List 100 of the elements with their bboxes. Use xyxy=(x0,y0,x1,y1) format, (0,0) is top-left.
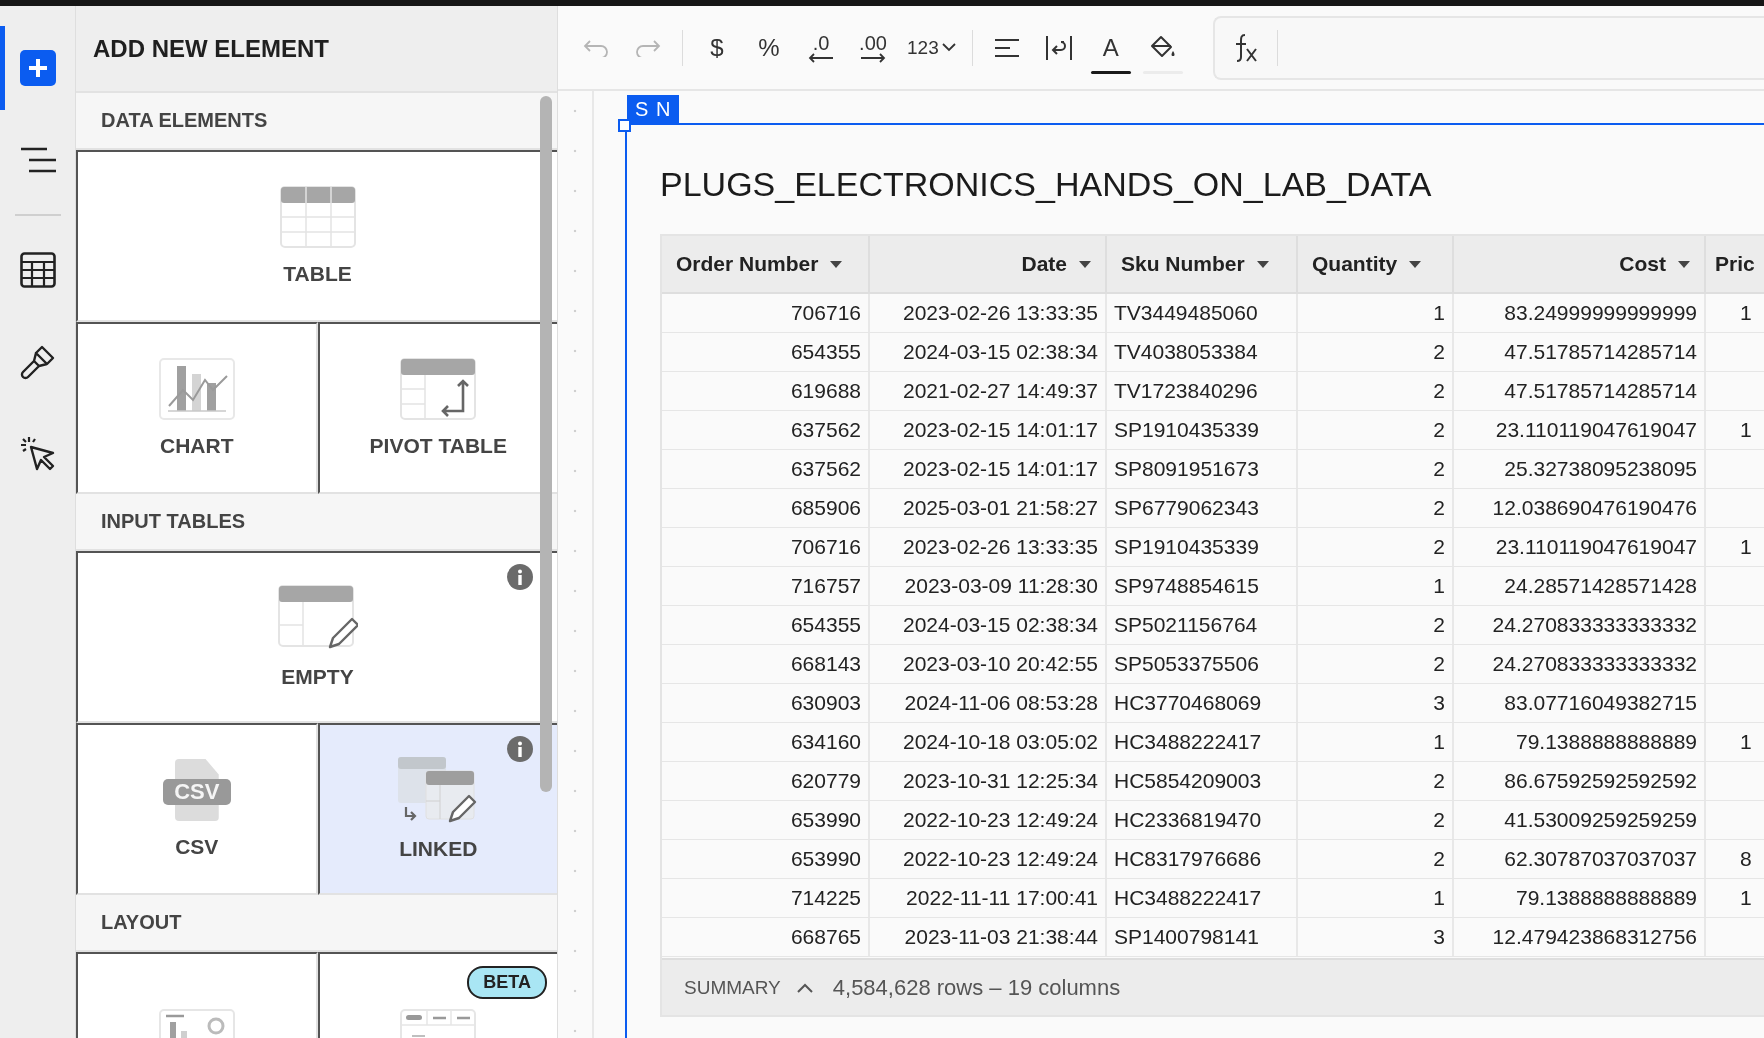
table-cell: 706716 xyxy=(790,301,861,325)
table-cell: 634160 xyxy=(790,730,861,754)
table-cell: 706716 xyxy=(790,535,861,559)
table-cell: 2 xyxy=(1433,652,1445,676)
table-cell: HC3770468069 xyxy=(1114,691,1262,715)
beta-badge: BETA xyxy=(467,966,547,999)
table-cell: 653990 xyxy=(790,847,861,871)
column-header[interactable]: Cost xyxy=(1454,236,1706,292)
table-cell: 2023-02-15 14:01:17 xyxy=(903,457,1098,481)
table-cell: 2 xyxy=(1433,769,1445,793)
info-icon[interactable] xyxy=(507,564,533,590)
table-cell: 2 xyxy=(1433,379,1445,403)
table-cell: 2025-03-01 21:58:27 xyxy=(903,496,1098,520)
caret-up-icon[interactable] xyxy=(796,982,813,993)
table-cell: 637562 xyxy=(790,457,861,481)
table-cell: 716757 xyxy=(790,574,861,598)
scrollbar-thumb[interactable] xyxy=(540,96,552,792)
left-arrow-icon xyxy=(807,52,835,63)
column-header[interactable]: Sku Number xyxy=(1107,236,1298,292)
chevron-down-icon xyxy=(941,43,956,52)
table-cell: 1 xyxy=(1740,418,1752,442)
table-cell: SP1910435339 xyxy=(1114,535,1259,559)
caret-down-icon xyxy=(1409,260,1422,268)
table-cell: 1 xyxy=(1433,301,1445,325)
column-header[interactable]: Pric xyxy=(1706,236,1764,292)
table-cell: 2023-02-15 14:01:17 xyxy=(903,418,1098,442)
caret-down-icon xyxy=(830,260,843,268)
table-cell: 25.32738095238095 xyxy=(1504,457,1697,481)
row-count: 4,584,628 rows – 19 columns xyxy=(832,974,1121,1001)
table-cell: 47.51785714285714 xyxy=(1504,379,1697,403)
chart-icon xyxy=(158,358,235,420)
element-tile[interactable]: CHART xyxy=(76,322,318,494)
table-cell: 2022-11-11 17:00:41 xyxy=(906,886,1098,910)
pivot-table-icon xyxy=(400,358,477,420)
summary-label: SUMMARY xyxy=(684,976,781,999)
table-cell: HC5854209003 xyxy=(1114,769,1262,793)
column-header[interactable]: Date xyxy=(870,236,1107,292)
number-format-dropdown[interactable]: 123 xyxy=(901,21,962,74)
table-cell: 2023-11-03 21:38:44 xyxy=(904,925,1098,949)
element-title: PLUGS_ELECTRONICS_HANDS_ON_LAB_DATA xyxy=(660,164,1433,205)
table-cell: 2022-10-23 12:49:24 xyxy=(903,847,1098,871)
table-cell: 2023-03-09 11:28:30 xyxy=(904,574,1098,598)
table-cell: 1 xyxy=(1433,574,1445,598)
table-cell: 653990 xyxy=(790,808,861,832)
table-cell: 12.038690476190476 xyxy=(1492,496,1697,520)
table-cell: 83.24999999999999 xyxy=(1504,301,1697,325)
table-cell: 654355 xyxy=(790,613,861,637)
element-tile[interactable]: EMPTY xyxy=(76,551,557,723)
table-cell: HC2336819470 xyxy=(1114,808,1262,832)
table-cell: HC8317976686 xyxy=(1114,847,1262,871)
undo-icon xyxy=(583,38,609,57)
table-cell: 685906 xyxy=(790,496,861,520)
format-button[interactable]: % xyxy=(745,21,793,74)
element-tile[interactable]: LINKED xyxy=(317,723,557,895)
table-element[interactable] xyxy=(625,123,1764,1038)
table-cell: 1 xyxy=(1740,730,1752,754)
table-cell: 619688 xyxy=(790,379,861,403)
table-cell: 2021-02-27 14:49:37 xyxy=(903,379,1098,403)
table-cell: SP5053375506 xyxy=(1114,652,1259,676)
column-header[interactable]: Order Number xyxy=(662,236,870,292)
info-icon[interactable] xyxy=(507,736,533,762)
table-cell: 1 xyxy=(1740,886,1752,910)
table-cell: 2 xyxy=(1433,613,1445,637)
table-cell: 2024-10-18 03:05:02 xyxy=(903,730,1098,754)
table-cell: 24.270833333333332 xyxy=(1492,613,1697,637)
caret-down-icon xyxy=(1079,260,1091,268)
element-tile[interactable]: PIVOT TABLE xyxy=(317,322,557,494)
element-tile[interactable]: BETA xyxy=(317,952,557,1038)
decrease-decimals-button[interactable]: .0 xyxy=(797,21,845,74)
table-cell: 1 xyxy=(1740,535,1752,559)
resize-handle[interactable] xyxy=(618,119,631,132)
table-cell: 2023-02-26 13:33:35 xyxy=(903,301,1098,325)
align-left-icon xyxy=(993,37,1020,58)
table-cell: 2023-10-31 12:25:34 xyxy=(903,769,1098,793)
table-cell: 79.1388888888889 xyxy=(1515,886,1697,910)
add-icon xyxy=(19,50,56,86)
table-cell: 2024-03-15 02:38:34 xyxy=(903,613,1098,637)
table-cell: HC3488222417 xyxy=(1114,886,1262,910)
table-cell: 3 xyxy=(1433,925,1445,949)
element-tile[interactable]: CSV CSV xyxy=(76,723,318,895)
table-cell: 83.07716049382715 xyxy=(1504,691,1697,715)
table-cell: 2024-11-06 08:53:28 xyxy=(904,691,1098,715)
table-cell: 62.30787037037037 xyxy=(1504,847,1697,871)
table-cell: SP6779062343 xyxy=(1114,496,1259,520)
increase-decimals-button[interactable]: .00 xyxy=(849,21,897,74)
table-cell: 2 xyxy=(1433,535,1445,559)
column-header[interactable]: Quantity xyxy=(1298,236,1454,292)
table-icon xyxy=(19,252,56,288)
text-color-button[interactable]: A xyxy=(1086,21,1135,74)
table-cell: SP1400798141 xyxy=(1114,925,1259,949)
linked-table-icon xyxy=(398,757,479,823)
table-cell: 668143 xyxy=(790,652,861,676)
table-cell: 41.53009259259259 xyxy=(1504,808,1697,832)
table-cell: 24.28571428571428 xyxy=(1504,574,1697,598)
table-icon xyxy=(279,186,356,248)
format-button[interactable]: $ xyxy=(693,21,741,74)
table-cell: 2022-10-23 12:49:24 xyxy=(903,808,1098,832)
table-cell: 24.270833333333332 xyxy=(1492,652,1697,676)
table-cell: HC3488222417 xyxy=(1114,730,1262,754)
element-tile[interactable]: TABLE xyxy=(76,150,557,322)
